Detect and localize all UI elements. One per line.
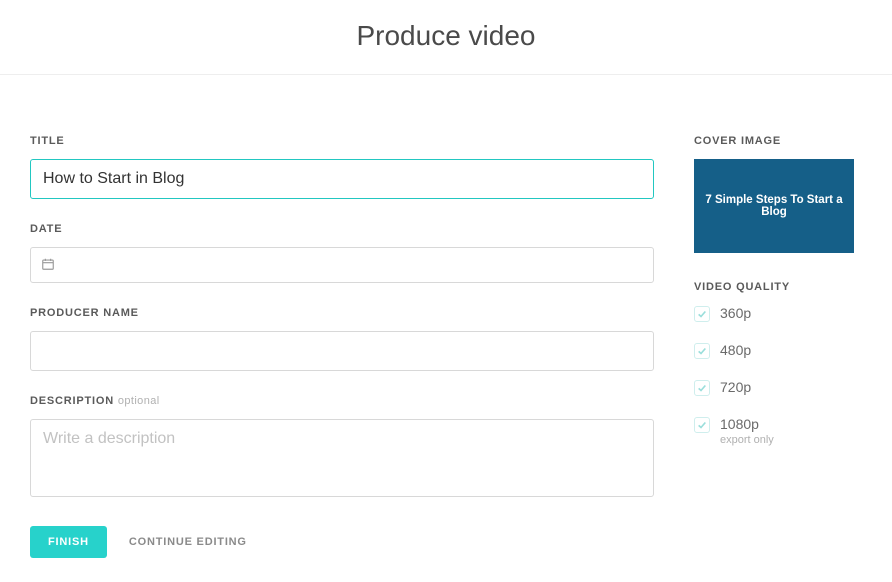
- date-input[interactable]: [30, 247, 654, 283]
- description-label: DESCRIPTION optional: [30, 395, 654, 407]
- description-optional: optional: [118, 395, 160, 407]
- cover-thumb-text: 7 Simple Steps To Start a Blog: [704, 194, 844, 218]
- form-column: TITLE DATE PRODUCER NAME: [30, 135, 654, 558]
- sidebar-column: COVER IMAGE 7 Simple Steps To Start a Bl…: [694, 135, 862, 558]
- content: TITLE DATE PRODUCER NAME: [0, 75, 892, 558]
- description-label-text: DESCRIPTION: [30, 395, 114, 407]
- quality-option-1080p[interactable]: 1080p export only: [694, 416, 862, 446]
- video-quality-list: 360p 480p 720p: [694, 305, 862, 446]
- finish-button[interactable]: FINISH: [30, 526, 107, 558]
- quality-label: 720p: [720, 379, 751, 395]
- title-input[interactable]: [30, 159, 654, 199]
- description-input[interactable]: [30, 419, 654, 497]
- producer-field-group: PRODUCER NAME: [30, 307, 654, 371]
- video-quality-label: VIDEO QUALITY: [694, 281, 862, 293]
- checkbox-icon: [694, 380, 710, 396]
- title-field-group: TITLE: [30, 135, 654, 199]
- date-label: DATE: [30, 223, 654, 235]
- quality-label: 360p: [720, 305, 751, 321]
- producer-label: PRODUCER NAME: [30, 307, 654, 319]
- calendar-icon: [41, 257, 55, 274]
- quality-label: 1080p: [720, 416, 774, 432]
- cover-image-thumbnail[interactable]: 7 Simple Steps To Start a Blog: [694, 159, 854, 253]
- page-title: Produce video: [0, 0, 892, 75]
- quality-option-360p[interactable]: 360p: [694, 305, 862, 322]
- description-field-group: DESCRIPTION optional: [30, 395, 654, 502]
- quality-label: 480p: [720, 342, 751, 358]
- quality-option-720p[interactable]: 720p: [694, 379, 862, 396]
- quality-option-480p[interactable]: 480p: [694, 342, 862, 359]
- date-field-group: DATE: [30, 223, 654, 283]
- quality-sublabel: export only: [720, 434, 774, 446]
- producer-input[interactable]: [30, 331, 654, 371]
- button-row: FINISH CONTINUE EDITING: [30, 526, 654, 558]
- cover-image-label: COVER IMAGE: [694, 135, 862, 147]
- checkbox-icon: [694, 343, 710, 359]
- checkbox-icon: [694, 306, 710, 322]
- continue-editing-button[interactable]: CONTINUE EDITING: [129, 536, 247, 548]
- title-label: TITLE: [30, 135, 654, 147]
- checkbox-icon: [694, 417, 710, 433]
